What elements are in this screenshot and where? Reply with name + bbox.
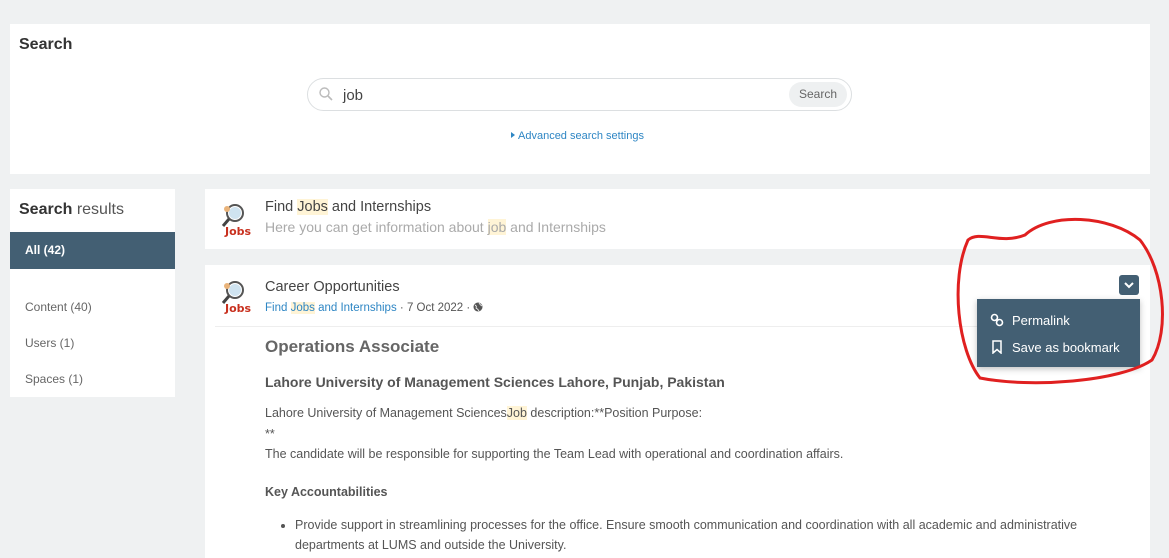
advanced-search-label[interactable]: Advanced search settings	[518, 130, 644, 142]
space-link-post[interactable]: and Internships	[315, 302, 397, 314]
search-query[interactable]: job	[343, 87, 363, 104]
result-title[interactable]: Find Jobs and Internships	[265, 199, 431, 215]
filter-users[interactable]: Users (1)	[25, 336, 74, 350]
filter-content[interactable]: Content (40)	[25, 300, 92, 314]
result-desc-pre: Here you can get information about	[265, 219, 488, 235]
search-panel: Search job Search Advanced search settin…	[10, 24, 1150, 174]
para-highlight: Job	[506, 406, 527, 420]
para-post: description:**Position Purpose:	[526, 406, 703, 420]
permalink-item[interactable]: Permalink	[990, 309, 1070, 331]
permalink-label[interactable]: Permalink	[1012, 313, 1070, 328]
content-paragraph: Lahore University of Management Sciences…	[265, 403, 1110, 424]
content-section-heading: Key Accountabilities	[265, 484, 388, 499]
jobs-space-avatar: Jobs	[221, 281, 252, 315]
result-desc-highlight: job	[487, 219, 507, 235]
search-icon	[319, 87, 333, 101]
chevron-down-icon	[1124, 282, 1134, 289]
result-content: Operations Associate Lahore University o…	[265, 337, 1110, 556]
result-date: · 7 Oct 2022 ·	[396, 302, 474, 314]
filter-spaces[interactable]: Spaces (1)	[25, 372, 83, 386]
para-pre: Lahore University of Management Sciences	[265, 406, 507, 420]
space-link-pre[interactable]: Find	[265, 302, 291, 314]
filter-all[interactable]: All (42)	[10, 232, 175, 269]
content-subheading: Lahore University of Management Sciences…	[265, 374, 725, 390]
globe-icon	[473, 302, 483, 312]
content-list: Provide support in streamlining processe…	[265, 515, 1110, 556]
link-icon	[990, 313, 1004, 327]
result-meta: Find Jobs and Internships · 7 Oct 2022 ·	[265, 302, 483, 314]
space-link-highlight[interactable]: Jobs	[290, 302, 315, 314]
context-dropdown: Permalink Save as bookmark	[977, 299, 1140, 367]
search-input[interactable]: job Search	[307, 78, 852, 111]
caret-right-icon	[511, 132, 515, 138]
result-title-pre[interactable]: Find	[265, 199, 297, 215]
sidebar-title: Search results	[19, 201, 124, 219]
search-button[interactable]: Search	[788, 82, 847, 107]
advanced-search-link[interactable]: Advanced search settings	[511, 130, 644, 142]
content-paragraph: The candidate will be responsible for su…	[265, 447, 844, 461]
results-sidebar: Search results All (42) Content (40) Use…	[10, 189, 175, 397]
save-bookmark-item[interactable]: Save as bookmark	[990, 336, 1120, 358]
context-menu-toggle[interactable]	[1119, 275, 1139, 295]
space-link[interactable]: Find Jobs and Internships	[265, 302, 397, 314]
save-bookmark-label[interactable]: Save as bookmark	[1012, 340, 1120, 355]
sidebar-title-rest: results	[72, 201, 124, 218]
search-title: Search	[19, 36, 73, 53]
svg-text:Jobs: Jobs	[224, 225, 252, 238]
result-title-post[interactable]: and Internships	[328, 199, 431, 215]
bookmark-icon	[992, 340, 1002, 354]
sidebar-title-bold: Search	[19, 201, 73, 218]
content-paragraph: **	[265, 426, 275, 441]
result-title[interactable]: Career Opportunities	[265, 279, 400, 295]
list-item: Provide support in streamlining processe…	[295, 515, 1110, 556]
result-description: Here you can get information about job a…	[265, 219, 606, 235]
svg-text:Jobs: Jobs	[224, 302, 252, 315]
result-card[interactable]: Jobs Find Jobs and Internships Here you …	[205, 189, 1150, 249]
jobs-space-avatar: Jobs	[221, 204, 252, 238]
result-title-highlight[interactable]: Jobs	[297, 199, 328, 215]
result-desc-post: and Internships	[506, 219, 606, 235]
